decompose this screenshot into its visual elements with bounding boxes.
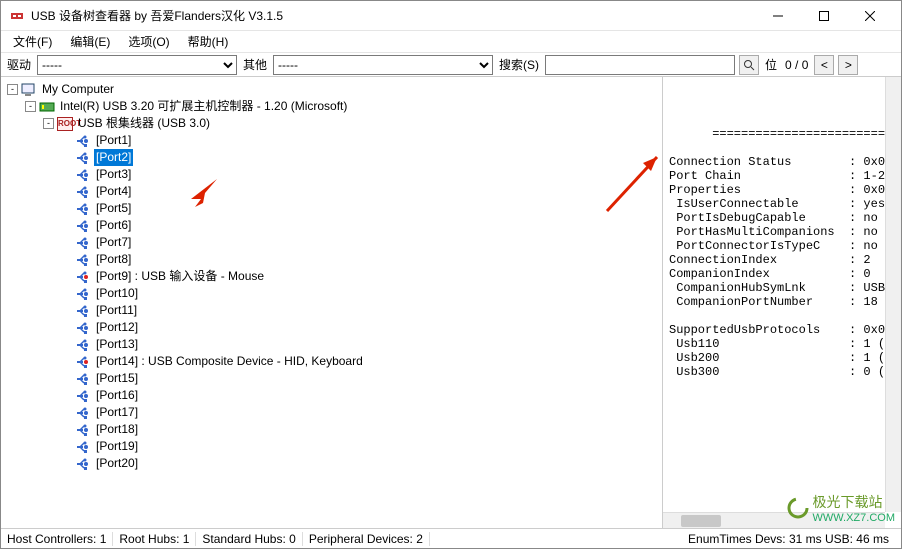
tree-port-8[interactable]: [Port8]: [3, 251, 660, 268]
tree-port-9[interactable]: [Port9] : USB 输入设备 - Mouse: [3, 268, 660, 285]
tree-port-12[interactable]: [Port12]: [3, 319, 660, 336]
tree-item-label: [Port18]: [94, 421, 140, 438]
other-label: 其他: [241, 56, 269, 73]
tree-item-label: [Port14] : USB Composite Device - HID, K…: [94, 353, 365, 370]
tree-item-label: [Port17]: [94, 404, 140, 421]
maximize-button[interactable]: [801, 1, 847, 31]
tree-item-label: [Port6]: [94, 217, 133, 234]
minimize-icon: [773, 11, 783, 21]
tree-port-13[interactable]: [Port13]: [3, 336, 660, 353]
tree-item-label: [Port9] : USB 输入设备 - Mouse: [94, 268, 266, 285]
title-bar: USB 设备树查看器 by 吾爱Flanders汉化 V3.1.5: [1, 1, 901, 31]
tree-root-hub[interactable]: -ROOTUSB 根集线器 (USB 3.0): [3, 115, 660, 132]
tree-item-label: Intel(R) USB 3.20 可扩展主机控制器 - 1.20 (Micro…: [58, 98, 349, 115]
tree-item-label: [Port4]: [94, 183, 133, 200]
status-host-controllers: Host Controllers: 1: [7, 532, 113, 546]
search-button[interactable]: [739, 55, 759, 75]
menu-help[interactable]: 帮助(H): [180, 31, 237, 52]
tree-port-17[interactable]: [Port17]: [3, 404, 660, 421]
tree-expand-icon[interactable]: -: [43, 118, 54, 129]
info-panel[interactable]: ======================== USB Connection …: [663, 77, 901, 528]
search-icon: [743, 59, 755, 71]
app-icon: [9, 8, 25, 24]
tree-port-1[interactable]: [Port1]: [3, 132, 660, 149]
menu-bar: 文件(F) 编辑(E) 选项(O) 帮助(H): [1, 31, 901, 53]
position-value: 0 / 0: [783, 58, 810, 72]
drive-label: 驱动: [5, 56, 33, 73]
info-text: ======================== USB Connection …: [669, 113, 897, 379]
tree-item-label: [Port15]: [94, 370, 140, 387]
tree-port-3[interactable]: [Port3]: [3, 166, 660, 183]
status-peripheral-devices: Peripheral Devices: 2: [309, 532, 430, 546]
tree-port-20[interactable]: [Port20]: [3, 455, 660, 472]
window-title: USB 设备树查看器 by 吾爱Flanders汉化 V3.1.5: [31, 7, 755, 24]
tree-port-19[interactable]: [Port19]: [3, 438, 660, 455]
tree-port-4[interactable]: [Port4]: [3, 183, 660, 200]
tree-root[interactable]: - My Computer: [3, 81, 660, 98]
search-input[interactable]: [545, 55, 735, 75]
close-icon: [865, 11, 875, 21]
main-area: -My Computer-Intel(R) USB 3.20 可扩展主机控制器 …: [1, 77, 901, 528]
tree-port-15[interactable]: [Port15]: [3, 370, 660, 387]
maximize-icon: [819, 11, 829, 21]
tree-item-label: [Port11]: [94, 302, 139, 319]
menu-edit[interactable]: 编辑(E): [62, 31, 118, 52]
drive-select[interactable]: -----: [37, 55, 237, 75]
status-enum-times: EnumTimes Devs: 31 ms USB: 46 ms: [688, 532, 895, 546]
tree-item-label: [Port3]: [94, 166, 133, 183]
tree-item-label: [Port12]: [94, 319, 140, 336]
close-button[interactable]: [847, 1, 893, 31]
status-root-hubs: Root Hubs: 1: [119, 532, 196, 546]
prev-button[interactable]: <: [814, 55, 834, 75]
tree-controller[interactable]: - Intel(R) USB 3.20 可扩展主机控制器 - 1.20 (Micr…: [3, 98, 660, 115]
search-label: 搜索(S): [497, 56, 541, 73]
tree-port-11[interactable]: [Port11]: [3, 302, 660, 319]
menu-options[interactable]: 选项(O): [120, 31, 177, 52]
other-select[interactable]: -----: [273, 55, 493, 75]
tree-item-label: USB 根集线器 (USB 3.0): [76, 115, 212, 132]
tree-item-label: [Port1]: [94, 132, 133, 149]
tree-port-10[interactable]: [Port10]: [3, 285, 660, 302]
toolbar: 驱动 ----- 其他 ----- 搜索(S) 位 0 / 0 < >: [1, 53, 901, 77]
tree-port-16[interactable]: [Port16]: [3, 387, 660, 404]
info-scroll-vertical[interactable]: [885, 77, 901, 512]
tree-port-18[interactable]: [Port18]: [3, 421, 660, 438]
tree-port-5[interactable]: [Port5]: [3, 200, 660, 217]
minimize-button[interactable]: [755, 1, 801, 31]
tree-item-label: [Port20]: [94, 455, 140, 472]
tree-item-label: [Port7]: [94, 234, 133, 251]
status-bar: Host Controllers: 1 Root Hubs: 1 Standar…: [1, 528, 901, 548]
tree-port-6[interactable]: [Port6]: [3, 217, 660, 234]
tree-port-7[interactable]: [Port7]: [3, 234, 660, 251]
tree-item-label: My Computer: [40, 81, 116, 98]
tree-item-label: [Port19]: [94, 438, 140, 455]
tree-item-label: [Port5]: [94, 200, 133, 217]
info-scroll-horizontal[interactable]: [663, 512, 885, 528]
tree-item-label: [Port10]: [94, 285, 140, 302]
status-standard-hubs: Standard Hubs: 0: [202, 532, 302, 546]
position-label: 位: [763, 56, 779, 73]
tree-item-label: [Port16]: [94, 387, 140, 404]
tree-expand-icon[interactable]: -: [7, 84, 18, 95]
menu-file[interactable]: 文件(F): [5, 31, 60, 52]
tree-item-label: [Port8]: [94, 251, 133, 268]
next-button[interactable]: >: [838, 55, 858, 75]
tree-port-2[interactable]: [Port2]: [3, 149, 660, 166]
tree-expand-icon[interactable]: -: [25, 101, 36, 112]
tree-item-label: [Port13]: [94, 336, 140, 353]
tree-item-label: [Port2]: [94, 149, 133, 166]
device-tree[interactable]: -My Computer-Intel(R) USB 3.20 可扩展主机控制器 …: [1, 77, 663, 528]
tree-port-14[interactable]: [Port14] : USB Composite Device - HID, K…: [3, 353, 660, 370]
